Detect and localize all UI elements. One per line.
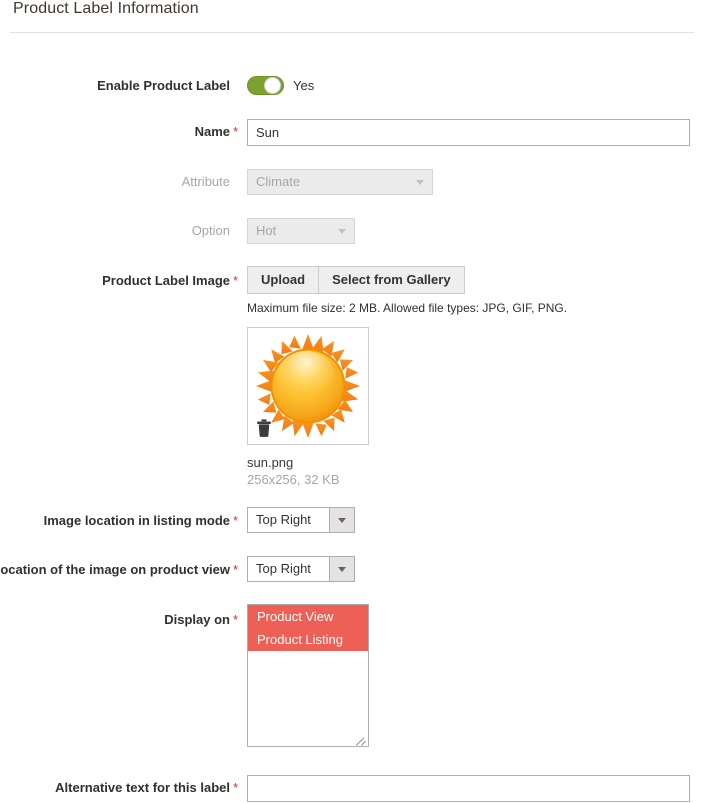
product-view-location-select[interactable]: Top Right xyxy=(247,556,355,582)
image-preview-box[interactable] xyxy=(247,327,369,445)
field-row-product-view-location: Location of the image on product view * … xyxy=(0,556,704,582)
product-view-location-required-marker: * xyxy=(233,562,239,577)
product-label-image-required-marker: * xyxy=(233,273,239,288)
listing-location-select-value: Top Right xyxy=(256,512,311,527)
toggle-state-text: Yes xyxy=(293,78,315,93)
field-row-display-on: Display on * Product View Product Listin… xyxy=(0,604,704,749)
alt-text-input[interactable] xyxy=(247,775,690,802)
section-header: Product Label Information xyxy=(0,0,704,35)
display-on-label: Display on xyxy=(164,612,230,627)
header-divider xyxy=(10,32,694,33)
uploaded-file-meta: 256x256, 32 KB xyxy=(247,472,340,487)
listing-location-label: Image location in listing mode xyxy=(43,513,230,528)
field-row-attribute: Attribute Climate xyxy=(0,169,704,195)
product-view-location-label: Location of the image on product view xyxy=(0,562,230,577)
resize-handle-icon[interactable] xyxy=(356,735,366,745)
listing-location-required-marker: * xyxy=(233,513,239,528)
upload-button[interactable]: Upload xyxy=(247,266,320,294)
display-on-option-product-view[interactable]: Product View xyxy=(248,605,368,628)
name-input[interactable] xyxy=(247,119,690,146)
uploaded-file-name: sun.png xyxy=(247,455,294,470)
display-on-required-marker: * xyxy=(233,612,239,627)
field-row-alt-text: Alternative text for this label * xyxy=(0,775,704,803)
option-select: Hot xyxy=(247,218,355,244)
trash-icon[interactable] xyxy=(256,419,272,437)
attribute-select: Climate xyxy=(247,169,433,195)
field-row-option: Option Hot xyxy=(0,218,704,244)
name-required-marker: * xyxy=(233,124,239,139)
enable-product-label-label: Enable Product Label xyxy=(97,78,230,93)
attribute-select-value: Climate xyxy=(256,174,301,189)
display-on-multiselect[interactable]: Product View Product Listing xyxy=(247,604,369,747)
chevron-down-icon xyxy=(330,219,354,243)
listing-location-select[interactable]: Top Right xyxy=(247,507,355,533)
field-row-name: Name * xyxy=(0,119,704,147)
page-title: Product Label Information xyxy=(13,0,199,17)
file-requirements-note: Maximum file size: 2 MB. Allowed file ty… xyxy=(247,301,568,315)
enable-product-label-toggle-wrap: Yes xyxy=(247,76,314,95)
product-view-location-select-value: Top Right xyxy=(256,561,311,576)
product-label-image-label: Product Label Image xyxy=(102,273,230,288)
field-row-listing-location: Image location in listing mode * Top Rig… xyxy=(0,507,704,533)
image-action-buttons: Upload Select from Gallery xyxy=(247,266,465,294)
option-label: Option xyxy=(191,223,230,238)
alt-text-label: Alternative text for this label xyxy=(55,780,230,795)
attribute-label: Attribute xyxy=(181,174,230,189)
chevron-down-icon[interactable] xyxy=(329,557,354,581)
chevron-down-icon[interactable] xyxy=(329,508,354,532)
chevron-down-icon xyxy=(408,170,432,194)
field-row-product-label-image: Product Label Image * Upload Select from… xyxy=(0,266,704,496)
option-select-value: Hot xyxy=(256,223,277,238)
name-label: Name xyxy=(194,124,230,139)
toggle-knob xyxy=(264,77,281,94)
select-from-gallery-button[interactable]: Select from Gallery xyxy=(318,266,465,294)
display-on-option-product-listing[interactable]: Product Listing xyxy=(248,628,368,651)
enable-product-label-toggle[interactable] xyxy=(247,76,284,95)
alt-text-required-marker: * xyxy=(233,780,239,795)
field-row-enable-product-label: Enable Product Label Yes xyxy=(0,76,704,96)
